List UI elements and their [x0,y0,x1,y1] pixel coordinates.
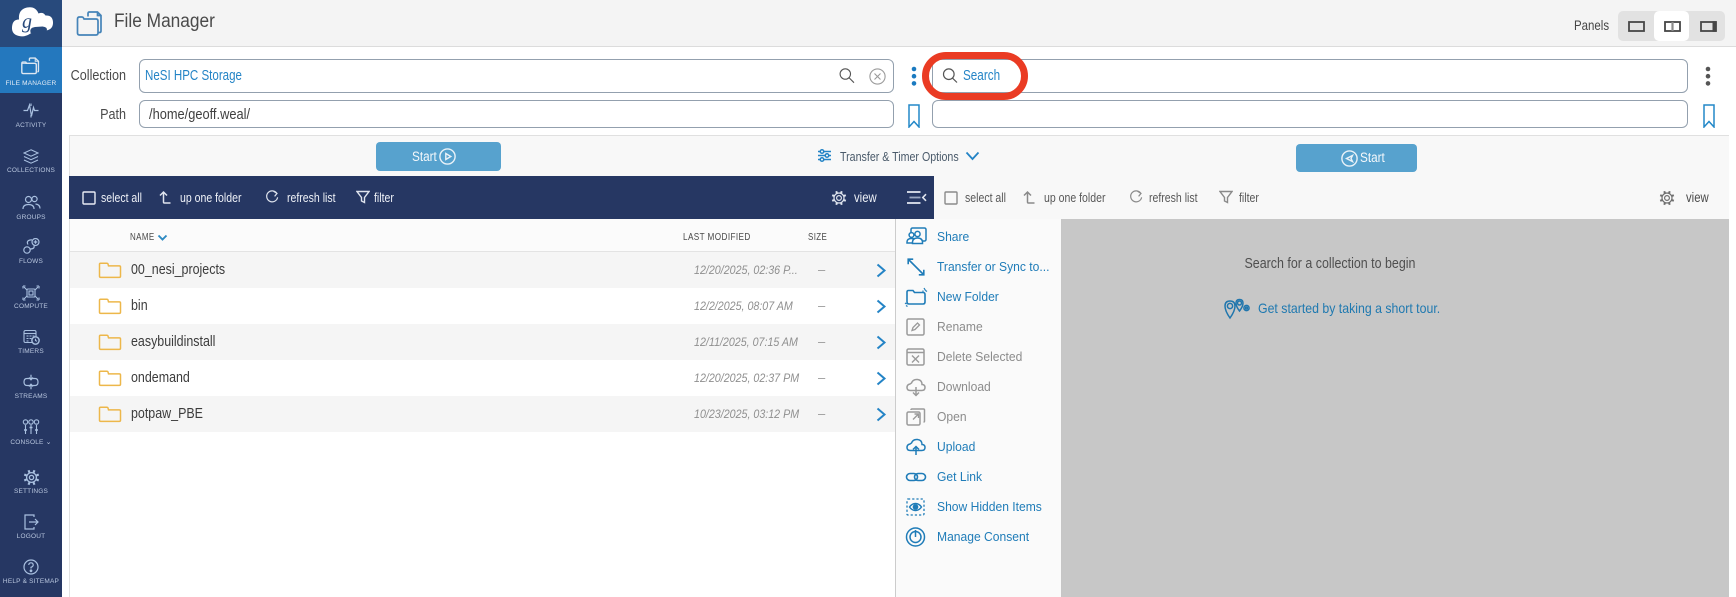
svg-text:g: g [22,11,32,33]
